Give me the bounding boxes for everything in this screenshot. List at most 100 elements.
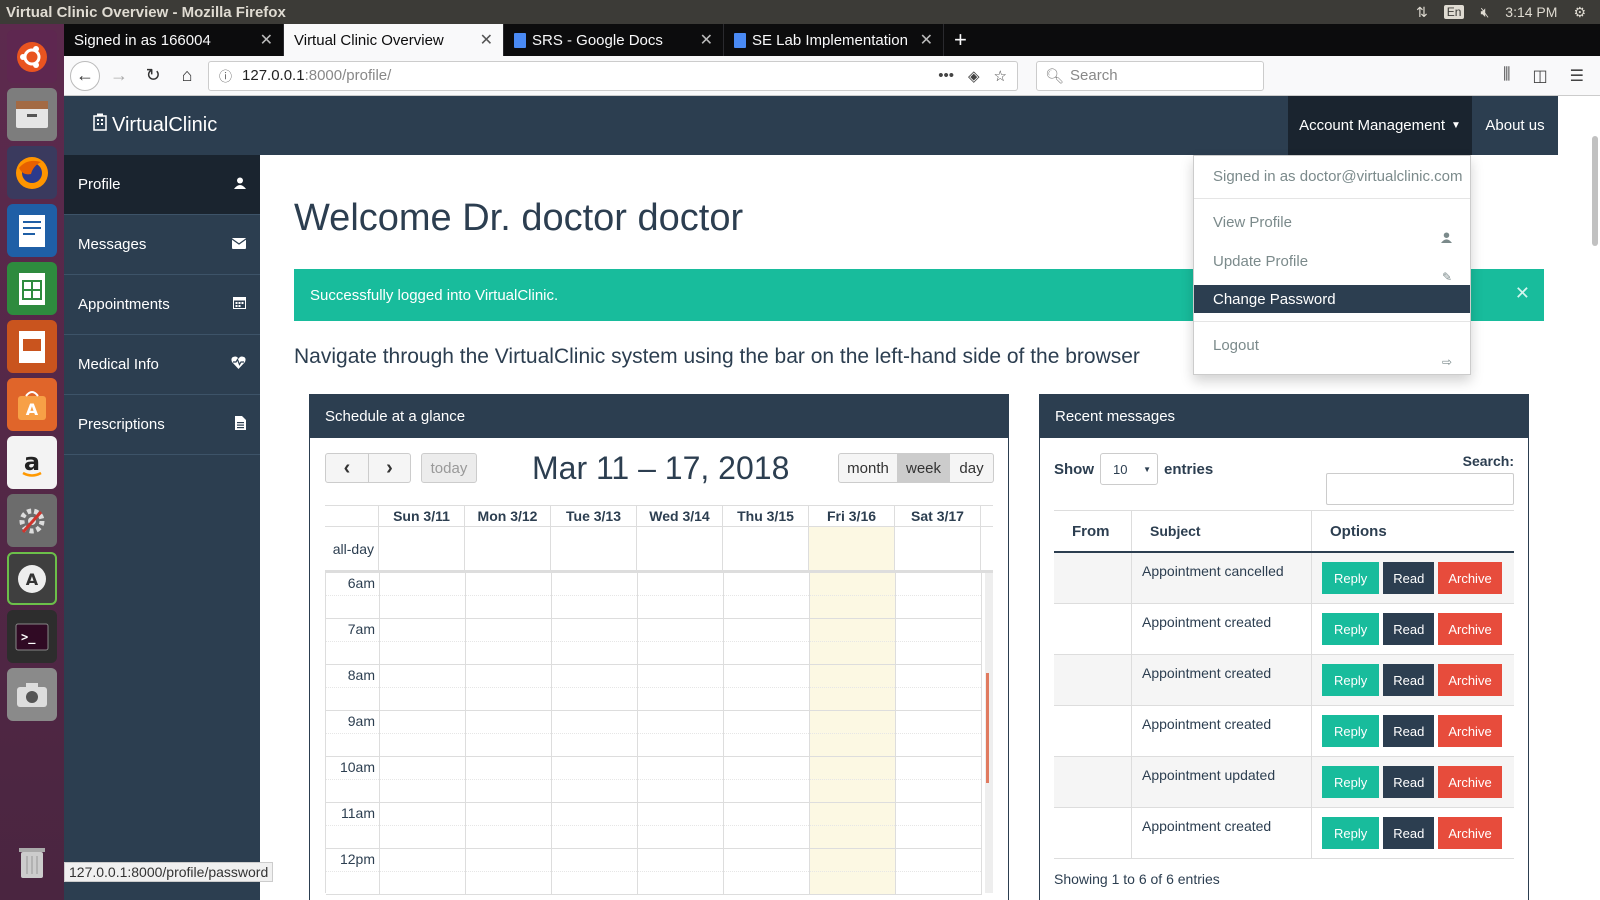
read-button[interactable]: Read — [1383, 715, 1435, 747]
logout-menu-item[interactable]: Logout — [1194, 331, 1470, 359]
read-button[interactable]: Read — [1383, 664, 1435, 696]
time-slot[interactable] — [380, 757, 466, 803]
tab-virtual-clinic-overview[interactable]: Virtual Clinic Overview ✕ — [284, 24, 504, 56]
info-icon[interactable]: ⓘ — [219, 66, 232, 85]
reply-button[interactable]: Reply — [1322, 613, 1380, 645]
time-slot[interactable] — [724, 849, 810, 895]
calendar-scrollbar[interactable] — [985, 573, 993, 893]
time-slot[interactable] — [466, 619, 552, 665]
update-profile-menu-item[interactable]: Update Profile — [1194, 247, 1470, 275]
close-tab-icon[interactable]: ✕ — [700, 30, 713, 50]
time-slot[interactable] — [896, 619, 982, 665]
time-slot[interactable] — [896, 665, 982, 711]
sidebar-item-appointments[interactable]: Appointments — [64, 275, 260, 335]
time-slot[interactable] — [638, 757, 724, 803]
clock[interactable]: 3:14 PM — [1505, 4, 1557, 20]
close-tab-icon[interactable]: ✕ — [260, 30, 273, 50]
time-slot-today[interactable] — [810, 757, 896, 803]
time-slot[interactable] — [380, 803, 466, 849]
close-tab-icon[interactable]: ✕ — [920, 30, 933, 50]
messages-search-input[interactable] — [1326, 473, 1514, 505]
read-button[interactable]: Read — [1383, 766, 1435, 798]
account-management-menu[interactable]: Account Management ▼ — [1288, 96, 1472, 155]
time-slot[interactable] — [896, 757, 982, 803]
search-bar[interactable]: 🔍︎ Search — [1036, 60, 1264, 91]
reply-button[interactable]: Reply — [1322, 766, 1380, 798]
time-slot[interactable] — [466, 711, 552, 757]
tab-srs-google-docs[interactable]: SRS - Google Docs ✕ — [504, 24, 724, 56]
time-slot[interactable] — [896, 849, 982, 895]
calendar-next-button[interactable]: › — [369, 453, 411, 483]
time-slot[interactable] — [724, 619, 810, 665]
sidebar-item-messages[interactable]: Messages — [64, 215, 260, 275]
time-slot[interactable] — [466, 573, 552, 619]
close-tab-icon[interactable]: ✕ — [480, 30, 493, 50]
time-slot[interactable] — [466, 665, 552, 711]
libreoffice-impress-icon[interactable] — [7, 320, 57, 373]
all-day-cell-today[interactable] — [809, 527, 895, 570]
read-button[interactable]: Read — [1383, 613, 1435, 645]
time-slot[interactable] — [638, 573, 724, 619]
time-slot[interactable] — [896, 573, 982, 619]
forward-arrow-icon[interactable]: → — [104, 61, 134, 91]
close-alert-icon[interactable]: ✕ — [1515, 283, 1530, 304]
back-arrow-icon[interactable]: ← — [70, 60, 100, 91]
page-scrollbar[interactable] — [1558, 96, 1600, 900]
reply-button[interactable]: Reply — [1322, 562, 1380, 594]
calendar-view-week-button[interactable]: week — [898, 453, 950, 483]
time-slot[interactable] — [552, 619, 638, 665]
time-slot-today[interactable] — [810, 711, 896, 757]
time-slot[interactable] — [380, 619, 466, 665]
time-slot[interactable] — [466, 803, 552, 849]
amazon-icon[interactable]: a — [7, 436, 57, 489]
column-header-options[interactable]: Options — [1312, 511, 1514, 551]
archive-button[interactable]: Archive — [1438, 817, 1502, 849]
new-tab-icon[interactable]: + — [944, 24, 977, 56]
entries-select[interactable]: 10 ▼ — [1100, 453, 1158, 485]
time-slot[interactable] — [724, 711, 810, 757]
time-slot[interactable] — [552, 711, 638, 757]
time-slot[interactable] — [724, 573, 810, 619]
tab-signed-in[interactable]: Signed in as 166004 ✕ — [64, 24, 284, 56]
change-password-menu-item[interactable]: Change Password — [1194, 285, 1470, 313]
hamburger-menu-icon[interactable]: ☰ — [1570, 66, 1584, 86]
time-slot[interactable] — [466, 757, 552, 803]
all-day-cell[interactable] — [895, 527, 981, 570]
time-slot[interactable] — [552, 803, 638, 849]
system-settings-icon[interactable] — [7, 494, 57, 547]
all-day-cell[interactable] — [551, 527, 637, 570]
firefox-icon[interactable] — [7, 146, 57, 199]
reload-icon[interactable]: ↻ — [138, 61, 168, 91]
calendar-view-month-button[interactable]: month — [838, 453, 898, 483]
column-header-subject[interactable]: Subject — [1132, 511, 1312, 551]
time-slot[interactable] — [638, 803, 724, 849]
time-slot-today[interactable] — [810, 573, 896, 619]
time-slot[interactable] — [638, 849, 724, 895]
keyboard-layout-indicator[interactable]: En — [1443, 5, 1465, 19]
calendar-prev-button[interactable]: ‹ — [325, 453, 369, 483]
reply-button[interactable]: Reply — [1322, 817, 1380, 849]
home-icon[interactable]: ⌂ — [172, 61, 202, 91]
calendar-scroll-thumb[interactable] — [986, 673, 989, 783]
archive-button[interactable]: Archive — [1438, 664, 1502, 696]
time-slot-today[interactable] — [810, 619, 896, 665]
software-center-icon[interactable]: A — [7, 378, 57, 431]
time-slot[interactable] — [380, 711, 466, 757]
page-scroll-thumb[interactable] — [1592, 136, 1598, 246]
reply-button[interactable]: Reply — [1322, 715, 1380, 747]
calendar-view-day-button[interactable]: day — [950, 453, 994, 483]
sidebar-item-medical-info[interactable]: Medical Info — [64, 335, 260, 395]
time-slot[interactable] — [380, 665, 466, 711]
all-day-cell[interactable] — [723, 527, 809, 570]
time-slot[interactable] — [724, 757, 810, 803]
column-header-from[interactable]: From — [1054, 511, 1132, 551]
page-actions-icon[interactable]: ••• — [938, 67, 954, 85]
time-slot-today[interactable] — [810, 849, 896, 895]
sidebar-item-profile[interactable]: Profile — [64, 155, 260, 215]
all-day-cell[interactable] — [379, 527, 465, 570]
url-bar[interactable]: ⓘ 127.0.0.1:8000/profile/ ••• ◈ ☆ — [208, 60, 1018, 91]
network-icon[interactable]: ⇅ — [1416, 4, 1428, 21]
time-slot[interactable] — [552, 757, 638, 803]
time-slot[interactable] — [896, 711, 982, 757]
time-slot[interactable] — [380, 849, 466, 895]
